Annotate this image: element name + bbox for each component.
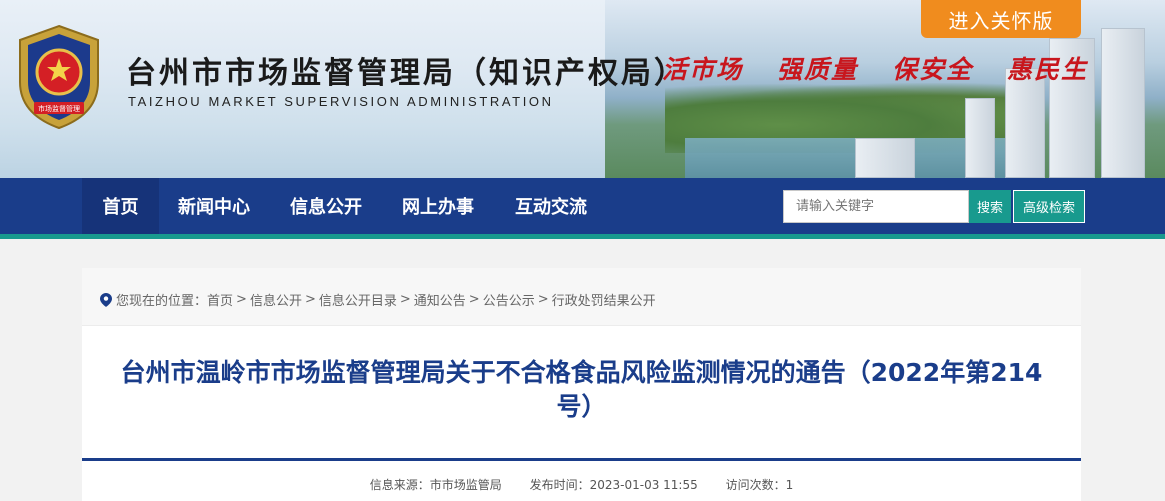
article-title: 台州市温岭市市场监督管理局关于不合格食品风险监测情况的通告（2022年第214号… [120, 358, 1043, 421]
breadcrumb: 您现在的位置： 首页 > 信息公开 > 信息公开目录 > 通知公告 > 公告公示 > 行政… [100, 290, 656, 309]
nav-accent-bar [0, 234, 1165, 239]
slogan-2: 强质量 [777, 55, 859, 84]
slogan-4: 惠民生 [1007, 55, 1089, 84]
nav-item-home[interactable]: 首页 [82, 178, 159, 234]
article-publish-time: 发布时间：2023-01-03 11:55 [529, 478, 698, 492]
nav-item-interaction[interactable]: 互动交流 [503, 178, 599, 234]
site-title: 台州市市场监督管理局（知识产权局） [126, 56, 687, 91]
article-visits: 访问次数：1 [725, 478, 794, 492]
slogans: 活市场 强质量 保安全 惠民生 [662, 50, 1088, 86]
nav-item-news[interactable]: 新闻中心 [166, 178, 262, 234]
location-pin-icon [100, 292, 112, 307]
breadcrumb-info-public[interactable]: 信息公开 [250, 290, 302, 309]
breadcrumb-penalty-results[interactable]: 行政处罚结果公开 [552, 290, 656, 309]
breadcrumb-home[interactable]: 首页 [207, 290, 233, 309]
banner-cityscape [605, 0, 1165, 178]
breadcrumb-notices[interactable]: 通知公告 [414, 290, 466, 309]
nav-item-online-service[interactable]: 网上办事 [390, 178, 486, 234]
breadcrumb-bar: 您现在的位置： 首页 > 信息公开 > 信息公开目录 > 通知公告 > 公告公示 > 行政… [82, 268, 1081, 326]
article-source: 信息来源：市市场监管局 [369, 478, 502, 492]
nav-item-info-public[interactable]: 信息公开 [278, 178, 374, 234]
article-card: 您现在的位置： 首页 > 信息公开 > 信息公开目录 > 通知公告 > 公告公示 > 行政… [82, 268, 1081, 501]
care-mode-button[interactable]: 进入关怀版 [921, 0, 1081, 38]
search-input[interactable] [783, 190, 969, 223]
police-style-emblem-icon: 市场监督管理 [19, 24, 99, 130]
advanced-search-button[interactable]: 高级检索 [1013, 190, 1085, 223]
article-meta: 信息来源：市市场监管局 发布时间：2023-01-03 11:55 访问次数：1 [82, 476, 1081, 493]
title-divider [82, 458, 1081, 461]
breadcrumb-prefix: 您现在的位置： [116, 294, 208, 309]
search-button[interactable]: 搜索 [969, 190, 1011, 223]
emblem-text: 市场监督管理 [38, 104, 80, 113]
breadcrumb-announcements[interactable]: 公告公示 [483, 290, 535, 309]
slogan-1: 活市场 [662, 55, 744, 84]
slogan-3: 保安全 [892, 55, 974, 84]
site-subtitle: TAIZHOU MARKET SUPERVISION ADMINISTRATIO… [128, 94, 554, 109]
breadcrumb-info-catalog[interactable]: 信息公开目录 [319, 290, 397, 309]
